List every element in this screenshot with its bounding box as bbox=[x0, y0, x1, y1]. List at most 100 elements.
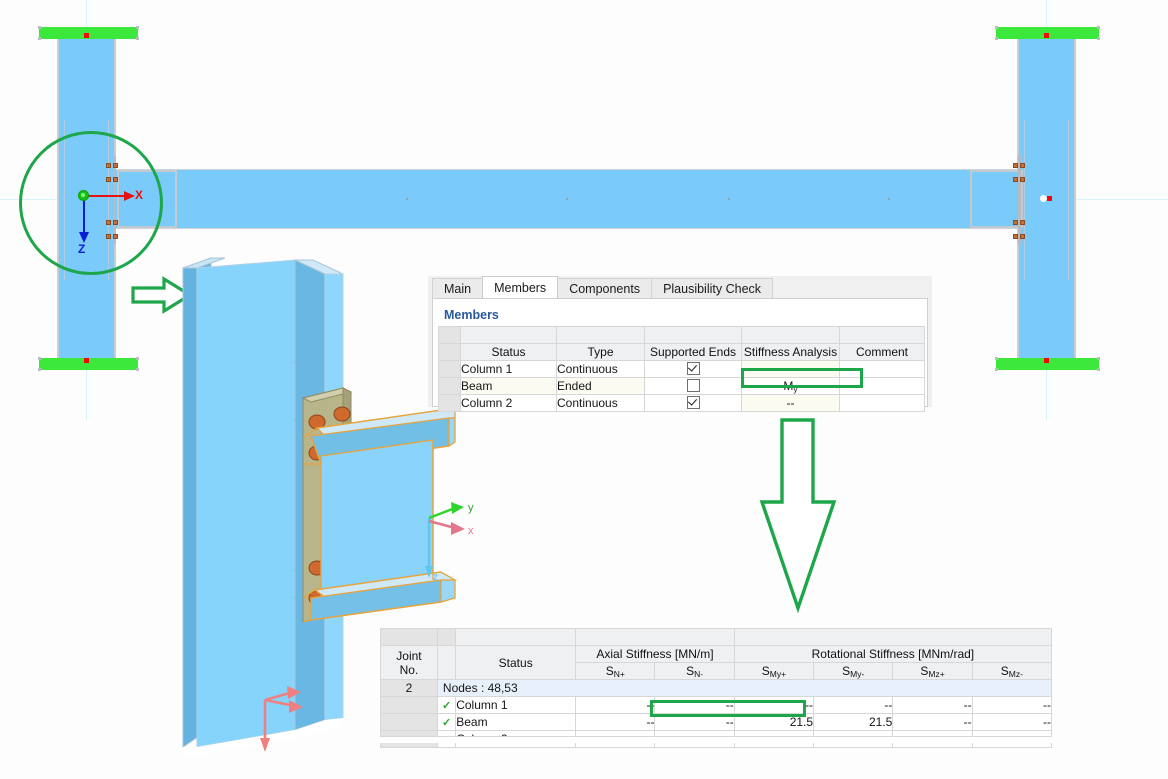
members-col-status[interactable]: Status bbox=[460, 343, 557, 361]
results-col-sn-plus[interactable]: SN+ bbox=[575, 662, 656, 680]
cell-comment-beam[interactable] bbox=[839, 377, 925, 395]
node-marker-column-1-bottom[interactable] bbox=[84, 358, 89, 363]
beam-bottom-flange-side bbox=[440, 579, 456, 603]
bolt-right-2a[interactable] bbox=[1013, 177, 1018, 182]
results-col-smz-minus[interactable]: SMz- bbox=[971, 662, 1053, 680]
node-marker-right-joint-center[interactable] bbox=[1047, 196, 1052, 201]
results-col-status[interactable]: Status bbox=[455, 645, 577, 680]
checkbox-supported-ends-beam[interactable] bbox=[686, 378, 700, 392]
sub-n-minus: N- bbox=[694, 668, 704, 679]
bolt-right-2b[interactable] bbox=[1020, 177, 1025, 182]
members-table-header-row: Status Type Supported Ends Stiffness Ana… bbox=[438, 343, 925, 361]
tab-main[interactable]: Main bbox=[432, 278, 484, 298]
cell-supported-ends-column-1[interactable] bbox=[644, 360, 742, 378]
results-col-axial-group[interactable]: Axial Stiffness [MN/m] bbox=[575, 645, 735, 663]
results-spacer-0 bbox=[380, 628, 438, 646]
results-row-handle-column-1[interactable] bbox=[380, 696, 438, 714]
table-row[interactable]: Beam Ended My bbox=[438, 377, 925, 395]
tab-components[interactable]: Components bbox=[557, 278, 653, 298]
results-nodes-row[interactable]: 2 Nodes : 48,53 bbox=[380, 679, 1053, 697]
table-row[interactable]: Column 2 Continuous -- bbox=[438, 394, 925, 412]
results-smz-plus-beam[interactable]: -- bbox=[892, 713, 973, 731]
cell-type-column-2[interactable]: Continuous bbox=[556, 394, 645, 412]
checkbox-supported-ends-column-1[interactable] bbox=[686, 361, 700, 375]
cell-joint-no-value[interactable]: 2 bbox=[380, 679, 438, 697]
table-row[interactable]: ✓ Column 1 -- -- -- -- -- -- bbox=[380, 696, 1053, 714]
checkbox-supported-ends-column-2[interactable] bbox=[686, 395, 700, 409]
row-handle-beam[interactable] bbox=[438, 377, 461, 395]
members-col-type[interactable]: Type bbox=[556, 343, 645, 361]
cell-type-beam[interactable]: Ended bbox=[556, 377, 645, 395]
members-dialog-panel[interactable]: Main Members Components Plausibility Che… bbox=[428, 276, 932, 412]
global-axis-right-arrow bbox=[289, 700, 303, 713]
results-sn-plus-beam[interactable]: -- bbox=[575, 713, 656, 731]
table-row[interactable]: Column 1 Continuous -- bbox=[438, 360, 925, 378]
members-table[interactable]: Status Type Supported Ends Stiffness Ana… bbox=[438, 326, 925, 412]
beam-midpoint-dot-3 bbox=[728, 198, 730, 200]
sub-my-plus: My+ bbox=[769, 668, 787, 679]
members-col-supported-ends[interactable]: Supported Ends bbox=[644, 343, 742, 361]
results-col-sn-minus[interactable]: SN- bbox=[654, 662, 735, 680]
results-smz-minus-beam[interactable]: -- bbox=[971, 713, 1053, 731]
results-sn-plus-column-1[interactable]: -- bbox=[575, 696, 656, 714]
cell-status-column-1[interactable]: Column 1 bbox=[460, 360, 557, 378]
results-row-handle-beam[interactable] bbox=[380, 713, 438, 731]
bolt-right-3a[interactable] bbox=[1013, 220, 1018, 225]
stiffness-subscript-beam: y bbox=[793, 383, 798, 394]
results-smy-minus-beam[interactable]: 21.5 bbox=[813, 713, 894, 731]
cell-status-column-2[interactable]: Column 2 bbox=[460, 394, 557, 412]
results-smy-minus-column-1[interactable]: -- bbox=[813, 696, 894, 714]
results-smy-plus-beam[interactable]: 21.5 bbox=[733, 713, 815, 731]
check-icon: ✓ bbox=[441, 700, 452, 712]
bolt-right-4b[interactable] bbox=[1020, 234, 1025, 239]
row-handle-column-2[interactable] bbox=[438, 394, 461, 412]
global-axis-triad bbox=[260, 686, 303, 752]
results-sn-minus-beam[interactable]: -- bbox=[654, 713, 735, 731]
members-table-spacer-row bbox=[438, 326, 925, 344]
check-icon: ✓ bbox=[441, 717, 452, 729]
results-status-beam[interactable]: Beam bbox=[455, 713, 577, 731]
bolt-right-4a[interactable] bbox=[1013, 234, 1018, 239]
cell-supported-ends-beam[interactable] bbox=[644, 377, 742, 395]
cell-supported-ends-column-2[interactable] bbox=[644, 394, 742, 412]
cell-nodes-label[interactable]: Nodes : 48,53 bbox=[436, 679, 1053, 697]
node-marker-column-2-bottom[interactable] bbox=[1044, 358, 1049, 363]
node-marker-column-1-top[interactable] bbox=[84, 33, 89, 38]
cell-stiffness-beam[interactable]: My bbox=[741, 377, 840, 395]
members-col-stiffness-analysis[interactable]: Stiffness Analysis bbox=[741, 343, 840, 361]
results-col-rotational-group[interactable]: Rotational Stiffness [MNm/rad] bbox=[733, 645, 1053, 663]
column-2-body[interactable] bbox=[1019, 36, 1074, 366]
cell-stiffness-column-2[interactable]: -- bbox=[741, 394, 840, 412]
node-marker-column-2-top[interactable] bbox=[1044, 33, 1049, 38]
beam-body[interactable] bbox=[114, 170, 1046, 228]
results-panel[interactable]: Joint No. Status Axial Stiffness [MN/m] … bbox=[380, 628, 1053, 748]
cell-status-beam[interactable]: Beam bbox=[460, 377, 557, 395]
beam-midpoint-dot-1 bbox=[406, 198, 408, 200]
results-sn-minus-column-1[interactable]: -- bbox=[654, 696, 735, 714]
cell-comment-column-1[interactable] bbox=[839, 360, 925, 378]
tab-members[interactable]: Members bbox=[482, 276, 559, 298]
results-col-joint-no[interactable]: Joint No. bbox=[380, 645, 438, 680]
results-col-smz-plus[interactable]: SMz+ bbox=[892, 662, 973, 680]
results-smy-plus-column-1[interactable]: -- bbox=[733, 696, 815, 714]
row-handle-column-1[interactable] bbox=[438, 360, 461, 378]
results-spacer-axial bbox=[575, 628, 735, 646]
results-col-smy-minus[interactable]: SMy- bbox=[813, 662, 894, 680]
cell-type-column-1[interactable]: Continuous bbox=[556, 360, 645, 378]
bolt-right-1a[interactable] bbox=[1013, 163, 1018, 168]
table-row[interactable]: ✓ Beam -- -- 21.5 21.5 -- -- bbox=[380, 713, 1053, 731]
members-col-comment[interactable]: Comment bbox=[839, 343, 925, 361]
results-status-column-1[interactable]: Column 1 bbox=[455, 696, 577, 714]
bolt-right-1b[interactable] bbox=[1020, 163, 1025, 168]
cell-stiffness-column-1[interactable]: -- bbox=[741, 360, 840, 378]
sub-mz-plus: Mz+ bbox=[928, 668, 945, 679]
tab-plausibility-check[interactable]: Plausibility Check bbox=[651, 278, 774, 298]
node-marker-right-joint[interactable] bbox=[1040, 195, 1047, 202]
results-table[interactable]: Joint No. Status Axial Stiffness [MN/m] … bbox=[380, 628, 1053, 748]
bolt-right-3b[interactable] bbox=[1020, 220, 1025, 225]
results-col-smy-plus[interactable]: SMy+ bbox=[733, 662, 815, 680]
results-smz-minus-column-1[interactable]: -- bbox=[971, 696, 1053, 714]
cell-comment-column-2[interactable] bbox=[839, 394, 925, 412]
results-smz-plus-column-1[interactable]: -- bbox=[892, 696, 973, 714]
dialog-tab-strip[interactable]: Main Members Components Plausibility Che… bbox=[432, 276, 774, 298]
